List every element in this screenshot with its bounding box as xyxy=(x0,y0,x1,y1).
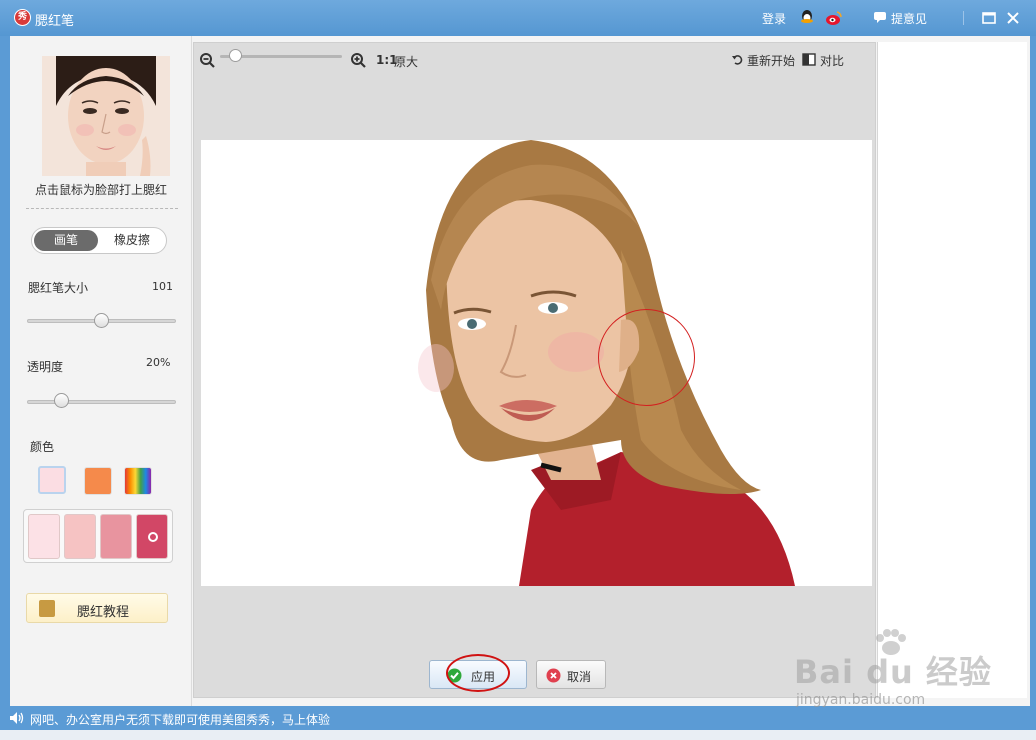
window-title: 腮红笔 xyxy=(35,14,75,29)
opacity-slider-thumb[interactable] xyxy=(53,393,69,408)
brush-size-value: 101 xyxy=(152,280,173,293)
usage-hint: 点击鼠标为脸部打上腮红 xyxy=(34,183,167,197)
blush-tutorial-button[interactable]: 腮红教程 xyxy=(26,593,168,623)
palette-color-2[interactable] xyxy=(64,514,96,559)
cancel-icon xyxy=(546,668,561,683)
feedback-link[interactable]: 提意见 xyxy=(891,10,927,27)
selected-indicator-icon xyxy=(148,532,158,542)
divider xyxy=(963,11,964,25)
undo-icon xyxy=(732,55,743,65)
tab-eraser[interactable]: 橡皮擦 xyxy=(100,230,164,251)
palette-color-1[interactable] xyxy=(28,514,60,559)
palette-color-4-selected[interactable] xyxy=(136,514,168,559)
title-bar: 秀 腮红笔 登录 提意见 xyxy=(0,0,1036,36)
zoom-slider-thumb[interactable] xyxy=(229,49,242,62)
restart-button[interactable]: 重新开始 xyxy=(732,52,796,69)
divider xyxy=(26,208,178,209)
canvas-toolbar: 1:1 原大 重新开始 对比 xyxy=(194,43,877,75)
opacity-value: 20% xyxy=(146,356,171,369)
tutorial-label: 腮红教程 xyxy=(77,605,130,620)
opacity-slider[interactable] xyxy=(27,400,176,404)
color-swatch-orange[interactable] xyxy=(84,467,112,495)
feedback-icon[interactable] xyxy=(873,10,887,24)
maximize-icon[interactable] xyxy=(980,9,998,27)
compare-icon xyxy=(802,53,816,66)
highlight-ring xyxy=(446,654,510,692)
portrait-photo[interactable] xyxy=(201,140,872,586)
watermark-url: jingyan.baidu.com xyxy=(796,692,926,708)
watermark-brand: Bai du 经验 xyxy=(794,653,992,691)
book-icon xyxy=(39,600,55,617)
status-message[interactable]: 网吧、办公室用户无须下载即可使用美图秀秀，马上体验 xyxy=(30,711,330,728)
zoom-in-icon[interactable] xyxy=(350,52,366,68)
brush-cursor xyxy=(598,309,695,406)
compare-button[interactable]: 对比 xyxy=(802,52,845,69)
bottom-strip xyxy=(0,730,1036,740)
app-logo-icon: 秀 xyxy=(14,9,31,26)
palette-color-3[interactable] xyxy=(100,514,132,559)
compare-label: 对比 xyxy=(820,54,845,68)
editing-canvas: 1:1 原大 重新开始 对比 应用 取消 xyxy=(193,42,876,698)
opacity-label: 透明度 xyxy=(27,360,64,374)
mode-toggle: 画笔 橡皮擦 xyxy=(31,227,167,254)
speaker-icon xyxy=(10,712,24,724)
cancel-label: 取消 xyxy=(567,670,592,684)
color-swatch-light-pink[interactable] xyxy=(38,466,66,494)
brush-size-label: 腮红笔大小 xyxy=(28,281,89,295)
qq-icon[interactable] xyxy=(799,9,815,27)
close-icon[interactable] xyxy=(1004,9,1022,27)
color-swatch-rainbow[interactable] xyxy=(124,467,152,495)
color-label: 颜色 xyxy=(30,440,55,454)
zoom-out-icon[interactable] xyxy=(199,52,215,68)
login-link[interactable]: 登录 xyxy=(762,10,786,27)
sample-face-image xyxy=(42,56,170,176)
weibo-icon[interactable] xyxy=(825,9,843,27)
cancel-button[interactable]: 取消 xyxy=(536,660,606,689)
blush-settings-panel: 点击鼠标为脸部打上腮红 画笔 橡皮擦 腮红笔大小 101 透明度 20% 颜色 … xyxy=(10,36,192,706)
tab-brush[interactable]: 画笔 xyxy=(34,230,98,251)
actual-size-button[interactable]: 原大 xyxy=(394,53,418,70)
baidu-watermark: Bai du 经验 jingyan.baidu.com xyxy=(794,628,994,718)
restart-label: 重新开始 xyxy=(747,54,796,68)
right-blank-area xyxy=(877,42,1027,698)
blush-palette xyxy=(23,509,173,563)
brush-size-slider-thumb[interactable] xyxy=(94,313,109,328)
